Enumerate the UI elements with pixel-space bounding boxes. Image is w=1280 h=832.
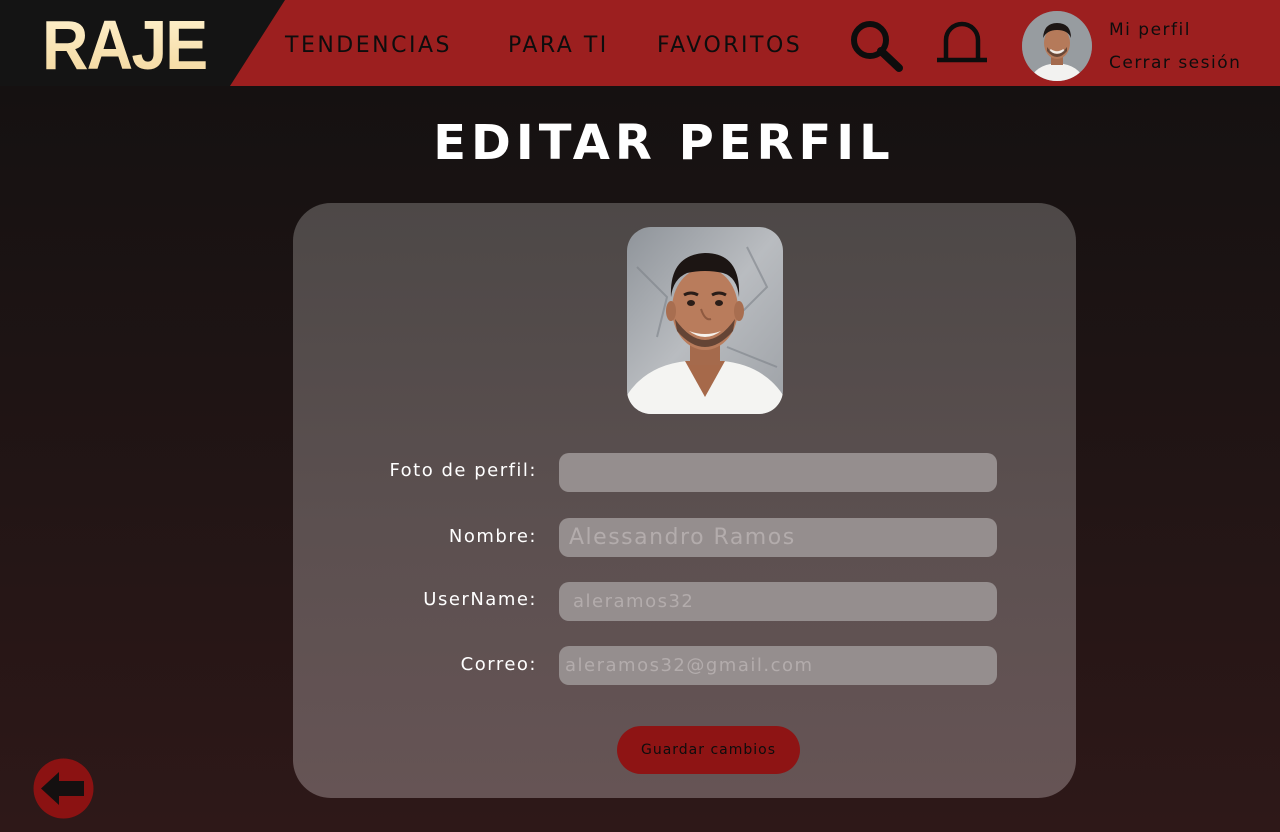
email-input[interactable] [559,646,997,685]
username-input[interactable] [559,582,997,621]
profile-photo-label: Foto de perfil: [389,460,537,481]
search-icon[interactable] [848,18,904,74]
save-changes-button[interactable]: Guardar cambios [617,726,800,774]
profile-photo [627,227,783,414]
avatar-photo [1022,11,1092,81]
name-input[interactable] [559,518,997,557]
username-label: UserName: [423,589,537,610]
nav-link-tendencias[interactable]: TENDENCIAS [285,31,452,61]
nav-link-favoritos[interactable]: FAVORITOS [657,31,802,61]
nav-link-para-ti[interactable]: PARA TI [508,31,609,61]
bell-icon[interactable] [934,20,990,66]
my-profile-link[interactable]: Mi perfil [1109,19,1191,41]
email-label: Correo: [460,654,537,675]
top-nav-bar: RAJE TENDENCIAS PARA TI FAVORITOS Mi per… [0,0,1280,86]
edit-profile-card: Foto de perfil: Nombre: UserName: Correo… [293,203,1076,798]
logout-link[interactable]: Cerrar sesión [1109,52,1241,74]
profile-photo-input[interactable] [559,453,997,492]
profile-photo-image [627,227,783,414]
user-avatar[interactable] [1022,11,1092,81]
logo[interactable]: RAJE [42,6,208,84]
logo-block: RAJE [0,0,285,86]
page-title: EDITAR PERFIL [433,115,895,171]
name-label: Nombre: [448,526,537,547]
back-button[interactable] [33,758,94,819]
